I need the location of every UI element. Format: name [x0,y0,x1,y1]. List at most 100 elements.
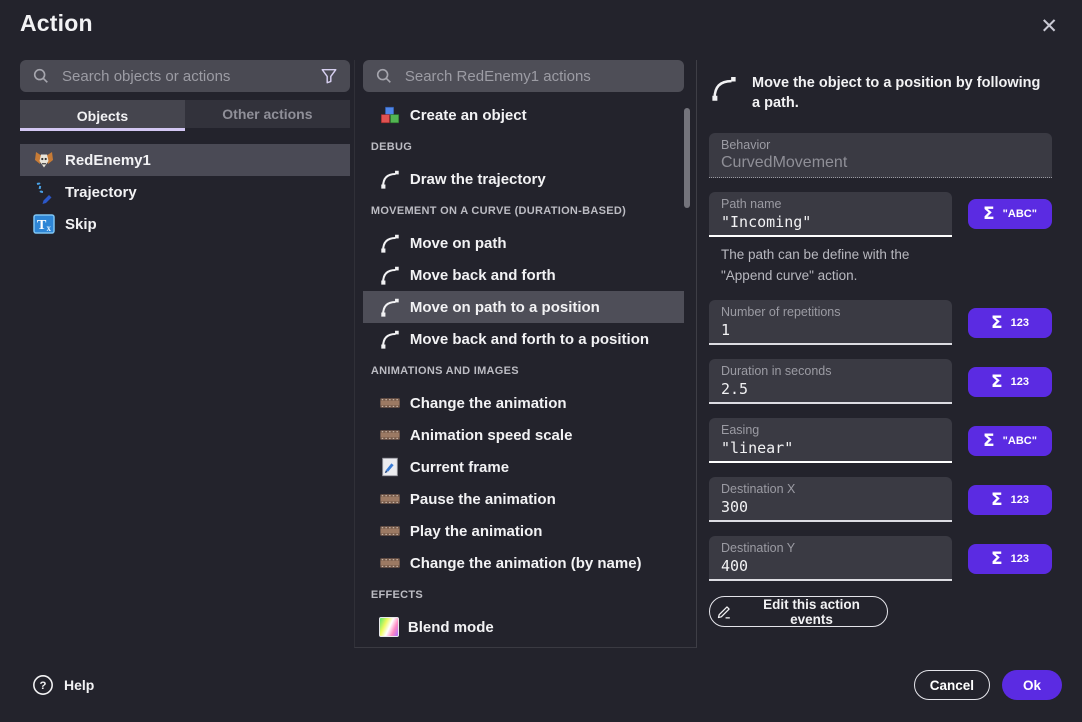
field-label: Destination Y [721,541,940,555]
destination-y-field[interactable]: Destination Y [709,536,952,581]
object-label: RedEnemy1 [65,152,151,169]
behavior-value: CurvedMovement [721,154,1040,172]
film-icon [379,520,401,542]
sigma-icon: Σ [991,549,1003,569]
destination-y-input[interactable] [721,557,940,575]
duration-field[interactable]: Duration in seconds [709,359,952,404]
cancel-button[interactable]: Cancel [914,670,990,700]
curve-icon [379,168,401,190]
action-item-draw-the-trajectory[interactable]: Draw the trajectory [363,163,684,195]
object-item-skip[interactable]: T x Skip [20,208,350,240]
objects-search-input[interactable] [60,67,310,86]
help-button[interactable]: ? Help [32,674,94,696]
path-name-input[interactable] [721,213,940,231]
destination-x-field[interactable]: Destination X [709,477,952,522]
expression-editor-string-button[interactable]: Σ "ABC" [968,426,1052,456]
filter-icon[interactable] [320,67,338,85]
expression-type-label: 123 [1011,494,1029,506]
expression-editor-number-button[interactable]: Σ 123 [968,308,1052,338]
path-name-helper-text: The path can be define with the "Append … [721,245,953,287]
action-label: Animation speed scale [410,427,573,444]
duration-input[interactable] [721,380,940,398]
object-item-trajectory[interactable]: Trajectory [20,176,350,208]
ok-button[interactable]: Ok [1002,670,1062,700]
repetitions-input[interactable] [721,321,940,339]
path-name-field[interactable]: Path name [709,192,952,237]
action-item-current-frame[interactable]: Current frame [363,451,684,483]
action-item-move-on-path[interactable]: Move on path [363,227,684,259]
action-item-move-back-and-forth-to-a-position[interactable]: Move back and forth to a position [363,323,684,355]
tab-other-actions[interactable]: Other actions [185,100,350,131]
sigma-icon: Σ [983,204,995,224]
expression-editor-number-button[interactable]: Σ 123 [968,544,1052,574]
text-object-icon: T x [32,212,56,236]
tab-objects[interactable]: Objects [20,100,185,131]
destination-x-input[interactable] [721,498,940,516]
action-item-move-on-path-to-a-position[interactable]: Move on path to a position [363,291,684,323]
action-label: Move back and forth to a position [410,331,649,348]
objects-list: RedEnemy1 Trajectory T [20,144,350,240]
dialog-content: Objects Other actions RedEnemy1 [0,48,1082,648]
close-icon[interactable]: ✕ [1030,10,1068,43]
action-label: Blend mode [408,619,494,636]
action-item-move-back-and-forth[interactable]: Move back and forth [363,259,684,291]
sigma-icon: Σ [991,313,1003,333]
search-icon [375,67,393,85]
pencil-icon [716,603,733,620]
action-label: Move on path [410,235,507,252]
object-label: Trajectory [65,184,137,201]
easing-input[interactable] [721,439,940,457]
svg-text:x: x [47,223,52,233]
curve-icon [379,296,401,318]
action-item-create-an-object[interactable]: Create an object [363,99,684,131]
expression-type-label: 123 [1011,553,1029,565]
sigma-icon: Σ [983,431,995,451]
edit-action-events-button[interactable]: Edit this action events [709,596,888,627]
action-description-text: Move the object to a position by followi… [752,73,1052,114]
sigma-icon: Σ [991,372,1003,392]
easing-field[interactable]: Easing [709,418,952,463]
field-label: Easing [721,423,940,437]
section-header-movement-on-a-curve: MOVEMENT ON A CURVE (DURATION-BASED) [363,195,684,227]
actions-panel: Create an object DEBUG Draw the trajecto… [354,60,697,648]
action-label: Play the animation [410,523,543,540]
curve-icon [709,73,739,103]
objects-search-box[interactable] [20,60,350,92]
action-dialog: Action ✕ Objects Other actions [0,0,1082,722]
actions-search-input[interactable] [403,67,672,86]
blend-icon [379,617,399,637]
action-item-change-the-animation-by-name[interactable]: Change the animation (by name) [363,547,684,579]
objects-panel: Objects Other actions RedEnemy1 [20,60,350,648]
field-label: Path name [721,197,940,211]
footer-actions: Cancel Ok [914,670,1062,700]
action-label: Move on path to a position [410,299,600,316]
film-icon [379,424,401,446]
expression-editor-string-button[interactable]: Σ "ABC" [968,199,1052,229]
actions-search-box[interactable] [363,60,684,92]
expression-type-label: "ABC" [1003,208,1037,220]
cubes-icon [379,104,401,126]
edit-action-events-label: Edit this action events [742,597,881,627]
field-label: Duration in seconds [721,364,940,378]
actions-scrollbar-thumb[interactable] [684,108,690,208]
action-item-pause-the-animation[interactable]: Pause the animation [363,483,684,515]
section-header-animations-and-images: ANIMATIONS AND IMAGES [363,355,684,387]
action-item-blend-mode[interactable]: Blend mode [363,611,684,643]
dialog-header: Action ✕ [0,0,1082,48]
expression-editor-number-button[interactable]: Σ 123 [968,367,1052,397]
expression-editor-number-button[interactable]: Σ 123 [968,485,1052,515]
object-item-redenemy1[interactable]: RedEnemy1 [20,144,350,176]
film-icon [379,488,401,510]
action-label: Change the animation [410,395,567,412]
trajectory-drawing-icon [32,180,56,204]
action-item-change-the-animation[interactable]: Change the animation [363,387,684,419]
repetitions-field[interactable]: Number of repetitions [709,300,952,345]
action-item-animation-speed-scale[interactable]: Animation speed scale [363,419,684,451]
object-tabs: Objects Other actions [20,100,350,131]
field-label: Behavior [721,138,1040,152]
svg-text:T: T [37,218,47,233]
search-icon [32,67,50,85]
film-icon [379,552,401,574]
section-header-debug: DEBUG [363,131,684,163]
action-item-play-the-animation[interactable]: Play the animation [363,515,684,547]
